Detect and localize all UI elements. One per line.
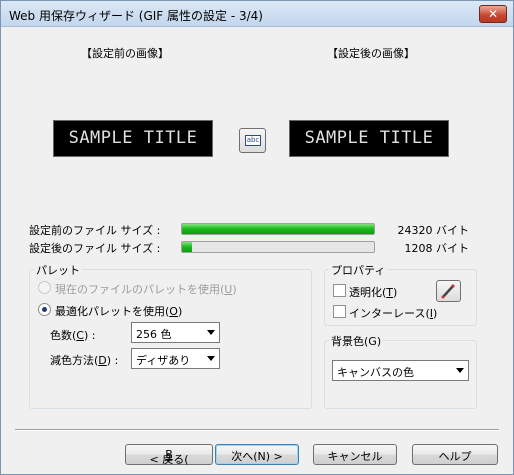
interlace-label: インターレース(I): [349, 307, 438, 320]
color-reduction-select[interactable]: ディザあり: [131, 348, 220, 369]
after-image-label: 【設定後の画像】: [327, 47, 415, 60]
back-button[interactable]: < 戻る(B): [125, 444, 213, 466]
colors-count-label: 色数(C) :: [50, 329, 96, 342]
footer-separator: [15, 429, 499, 431]
next-button[interactable]: 次へ(N) >: [215, 444, 299, 465]
window-title: Web 用保存ウィザード (GIF 属性の設定 - 3/4): [9, 9, 263, 23]
transparency-label: 透明化(T): [349, 286, 398, 299]
title-bar: Web 用保存ウィザード (GIF 属性の設定 - 3/4) ✕: [1, 1, 513, 27]
help-button-label: ヘルプ: [438, 450, 472, 463]
interlace-checkbox[interactable]: [333, 305, 346, 318]
before-size-bar: [181, 223, 375, 235]
color-reduction-label: 減色方法(D) :: [50, 354, 119, 367]
help-button[interactable]: ヘルプ: [412, 444, 498, 465]
chevron-down-icon: [207, 356, 215, 361]
after-size-bar: [181, 241, 375, 253]
chevron-down-icon: [456, 368, 464, 373]
palette-group-title: パレット: [34, 262, 82, 278]
close-icon: ✕: [487, 7, 499, 21]
transparent-color-picker-button[interactable]: [436, 280, 461, 302]
abc-preview-icon: abc: [245, 135, 261, 146]
transparency-checkbox[interactable]: [333, 284, 346, 297]
colors-count-select[interactable]: 256 色: [131, 322, 220, 343]
after-size-label: 設定後のファイル サイズ :: [29, 242, 161, 255]
cancel-button-label: キャンセル: [327, 450, 383, 463]
background-color-value: キャンバスの色: [337, 366, 414, 379]
colors-count-value: 256 色: [136, 328, 172, 341]
current-file-palette-radio[interactable]: [38, 281, 51, 294]
close-button[interactable]: ✕: [479, 5, 507, 23]
before-image-preview: SAMPLE TITLE: [53, 120, 213, 157]
before-image-label: 【設定前の画像】: [81, 47, 169, 60]
chevron-down-icon: [207, 330, 215, 335]
background-color-select[interactable]: キャンバスの色: [332, 360, 469, 381]
wizard-window: Web 用保存ウィザード (GIF 属性の設定 - 3/4) ✕ 【設定前の画像…: [0, 0, 514, 475]
current-file-palette-label: 現在のファイルのパレットを使用(U): [55, 283, 237, 296]
pencil-icon: [441, 283, 456, 299]
after-size-bar-fill: [182, 242, 192, 252]
back-button-label: < 戻る(B): [149, 448, 189, 466]
optimized-palette-label: 最適化パレットを使用(O): [55, 305, 183, 318]
background-color-group-title: 背景色(G): [329, 333, 384, 349]
next-button-label: 次へ(N) >: [231, 450, 283, 463]
cancel-button[interactable]: キャンセル: [313, 444, 397, 465]
after-size-value: 1208 バイト: [404, 242, 470, 255]
preview-button[interactable]: abc: [239, 128, 266, 153]
after-image-preview: SAMPLE TITLE: [289, 120, 449, 157]
properties-group-title: プロパティ: [329, 262, 388, 278]
before-size-bar-fill: [182, 224, 374, 234]
color-reduction-value: ディザあり: [136, 354, 191, 367]
before-size-label: 設定前のファイル サイズ :: [29, 224, 161, 237]
before-size-value: 24320 バイト: [397, 224, 470, 237]
optimized-palette-radio[interactable]: [38, 303, 51, 316]
